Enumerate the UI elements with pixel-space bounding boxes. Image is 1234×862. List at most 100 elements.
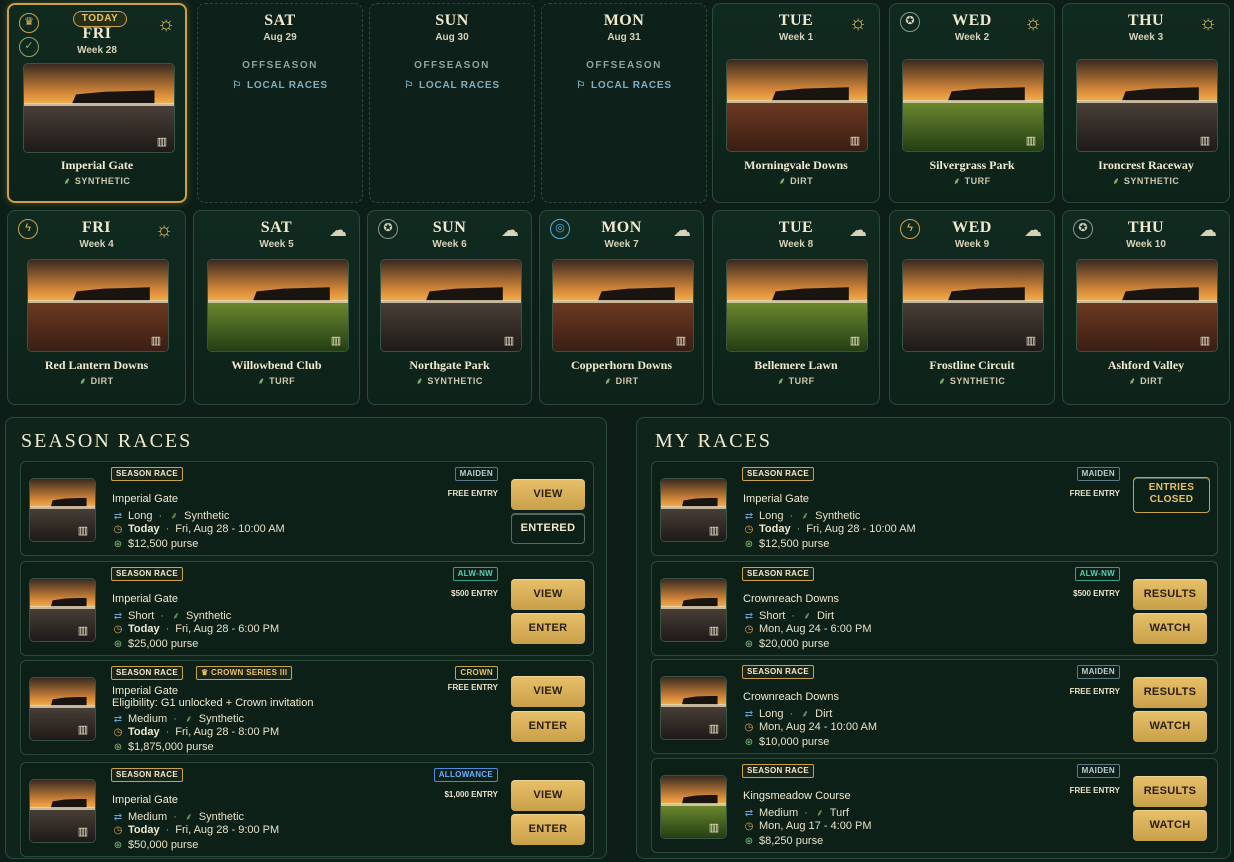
calendar-day[interactable]: MON Aug 31 OFFSEASON ⚐ LOCAL RACES bbox=[541, 3, 707, 203]
track-name: Northgate Park bbox=[409, 358, 490, 372]
starting-gate-icon: ▥ bbox=[77, 826, 89, 838]
local-races-link[interactable]: ⚐ LOCAL RACES bbox=[198, 80, 362, 91]
calendar-day[interactable]: TODAY FRI Week 28 ▥ Imperial Gate ⸙ SYNTHETIC… bbox=[7, 3, 187, 203]
calendar-day[interactable]: THU Week 10 ▥ Ashford Valley ⸙ DIRT ☁ ✪ bbox=[1062, 210, 1230, 405]
results-button[interactable]: RESULTS bbox=[1133, 776, 1207, 807]
view-button[interactable]: VIEW bbox=[511, 780, 585, 811]
view-button[interactable]: VIEW bbox=[511, 676, 585, 707]
local-races-link[interactable]: ⚐ LOCAL RACES bbox=[542, 80, 706, 91]
race-time-line: ◷ Today · Fri, Aug 28 - 10:00 AM bbox=[744, 523, 916, 535]
watch-button[interactable]: WATCH bbox=[1133, 711, 1207, 742]
track-image: ▥ bbox=[29, 478, 96, 542]
starting-gate-icon: ▥ bbox=[675, 335, 687, 347]
coin-icon: ⊛ bbox=[744, 836, 754, 847]
calendar-day[interactable]: TUE Week 8 ▥ Bellemere Lawn ⸙ TURF ☁ bbox=[712, 210, 880, 405]
view-button[interactable]: VIEW bbox=[511, 479, 585, 510]
crown-icon: ♛ bbox=[201, 668, 211, 677]
clock-icon: ◷ bbox=[744, 624, 754, 635]
local-races-link[interactable]: ⚐ LOCAL RACES bbox=[370, 80, 534, 91]
crown-series-tag: ♛ CROWN SERIES III bbox=[196, 666, 293, 680]
day-name: SUN bbox=[435, 12, 469, 29]
results-button[interactable]: RESULTS bbox=[1133, 579, 1207, 610]
calendar-day[interactable]: SUN Aug 30 OFFSEASON ⚐ LOCAL RACES bbox=[369, 3, 535, 203]
entry-fee: FREE ENTRY bbox=[447, 683, 498, 692]
calendar-day[interactable]: SAT Week 5 ▥ Willowbend Club ⸙ TURF ☁ bbox=[193, 210, 360, 405]
track-name: Bellemere Lawn bbox=[754, 358, 838, 372]
calendar-day[interactable]: TUE Week 1 ▥ Morningvale Downs ⸙ DIRT ☼ bbox=[712, 3, 880, 203]
enter-button[interactable]: ENTER bbox=[511, 613, 585, 644]
entry-fee: FREE ENTRY bbox=[447, 489, 498, 498]
entries-closed-button[interactable]: ENTRIES CLOSED bbox=[1133, 477, 1210, 513]
starting-gate-icon: ▥ bbox=[708, 525, 720, 537]
race-card: ▥ SEASON RACE ALW-NW $500 ENTRY Crownreach D… bbox=[651, 561, 1218, 656]
view-button[interactable]: VIEW bbox=[511, 579, 585, 610]
purse-line: ⊛ $10,000 purse bbox=[744, 736, 830, 748]
track-name: Copperhorn Downs bbox=[570, 358, 672, 372]
surface-label: ⸙ DIRT bbox=[1128, 376, 1164, 386]
surface-label: ⸙ TURF bbox=[953, 176, 991, 186]
bolt-icon: ϟ bbox=[900, 219, 920, 239]
distance-icon: ⇄ bbox=[113, 714, 123, 725]
track-image: ▥ bbox=[29, 677, 96, 741]
track-name: Ashford Valley bbox=[1107, 358, 1185, 372]
race-type-badge: MAIDEN bbox=[454, 467, 498, 481]
purse-line: ⊛ $12,500 purse bbox=[744, 538, 830, 550]
race-type-badge: MAIDEN bbox=[1076, 764, 1120, 778]
track-name: Morningvale Downs bbox=[744, 158, 848, 172]
cloud-icon: ☁ bbox=[673, 220, 691, 240]
race-time-line: ◷ Mon, Aug 24 - 6:00 PM bbox=[744, 623, 872, 635]
calendar-day[interactable]: THU Week 3 ▥ Ironcrest Raceway ⸙ SYNTHETIC ☼ bbox=[1062, 3, 1230, 203]
calendar-day[interactable]: WED Week 2 ▥ Silvergrass Park ⸙ TURF ☼ ✪ bbox=[889, 3, 1055, 203]
cloud-icon: ☁ bbox=[1024, 220, 1042, 240]
race-track-name: Imperial Gate bbox=[112, 593, 179, 605]
entry-fee: FREE ENTRY bbox=[1069, 786, 1120, 795]
surface-label: ⸙ DIRT bbox=[604, 376, 639, 386]
race-track-name: Imperial Gate bbox=[112, 493, 179, 505]
watch-button[interactable]: WATCH bbox=[1133, 810, 1207, 841]
eligibility-text: Eligibility: G1 unlocked + Crown invitat… bbox=[112, 697, 314, 709]
starting-gate-icon: ▥ bbox=[77, 724, 89, 736]
race-type-badge: ALLOWANCE bbox=[433, 768, 498, 782]
calendar-day[interactable]: WED Week 9 ▥ Frostline Circuit ⸙ SYNTHETIC ☁ ϟ bbox=[889, 210, 1055, 405]
calendar-day[interactable]: MON Week 7 ▥ Copperhorn Downs ⸙ DIRT ☁ ◎ bbox=[539, 210, 704, 405]
entry-fee: $500 ENTRY bbox=[451, 589, 498, 598]
day-subtitle: Aug 30 bbox=[435, 32, 469, 43]
leaf-icon: ⸙ bbox=[416, 376, 424, 386]
cloud-icon: ☁ bbox=[1199, 220, 1217, 240]
entered-button[interactable]: ENTERED bbox=[511, 513, 585, 544]
day-name: SAT bbox=[264, 12, 296, 29]
leaf-icon: ⸙ bbox=[185, 714, 193, 725]
clock-icon: ◷ bbox=[113, 825, 123, 836]
surface-label: ⸙ TURF bbox=[257, 376, 296, 386]
race-card: ▥ SEASON RACE ALW-NW $500 ENTRY Imperial Gat… bbox=[20, 561, 594, 656]
calendar-day[interactable]: SUN Week 6 ▥ Northgate Park ⸙ SYNTHETIC ☁ ✪ bbox=[367, 210, 532, 405]
starting-gate-icon: ▥ bbox=[503, 335, 515, 347]
race-type-badge: MAIDEN bbox=[1076, 665, 1120, 679]
calendar-day[interactable]: FRI Week 4 ▥ Red Lantern Downs ⸙ DIRT ☼ ϟ bbox=[7, 210, 186, 405]
results-button[interactable]: RESULTS bbox=[1133, 677, 1207, 708]
enter-button[interactable]: ENTER bbox=[511, 711, 585, 742]
flag-icon: ⚐ bbox=[232, 80, 242, 91]
track-image: ▥ bbox=[207, 259, 349, 352]
enter-button[interactable]: ENTER bbox=[511, 814, 585, 845]
surface-label: ⸙ SYNTHETIC bbox=[1112, 176, 1180, 186]
ribbon-icon: ✪ bbox=[900, 12, 920, 32]
track-name: Red Lantern Downs bbox=[44, 358, 149, 372]
purse-line: ⊛ $50,000 purse bbox=[113, 839, 199, 851]
starting-gate-icon: ▥ bbox=[708, 723, 720, 735]
purse-line: ⊛ $20,000 purse bbox=[744, 638, 830, 650]
distance-surface-line: ⇄ Medium · ⸙ Synthetic bbox=[113, 811, 245, 823]
season-race-tag: SEASON RACE bbox=[111, 467, 183, 481]
distance-surface-line: ⇄ Medium · ⸙ Turf bbox=[744, 807, 849, 819]
track-image: ▥ bbox=[27, 259, 169, 352]
race-card: ▥ SEASON RACE ♛ CROWN SERIES III CROWN FREE … bbox=[20, 660, 594, 755]
surface-label: ⸙ SYNTHETIC bbox=[63, 176, 131, 186]
clock-icon: ◷ bbox=[113, 624, 123, 635]
track-name: Ironcrest Raceway bbox=[1098, 158, 1194, 172]
race-track-name: Imperial Gate bbox=[112, 794, 179, 806]
watch-button[interactable]: WATCH bbox=[1133, 613, 1207, 644]
local-races-label: LOCAL RACES bbox=[418, 80, 500, 91]
calendar-day[interactable]: SAT Aug 29 OFFSEASON ⚐ LOCAL RACES bbox=[197, 3, 363, 203]
season-race-tag: SEASON RACE bbox=[742, 665, 814, 679]
distance-surface-line: ⇄ Short · ⸙ Dirt bbox=[744, 610, 835, 622]
